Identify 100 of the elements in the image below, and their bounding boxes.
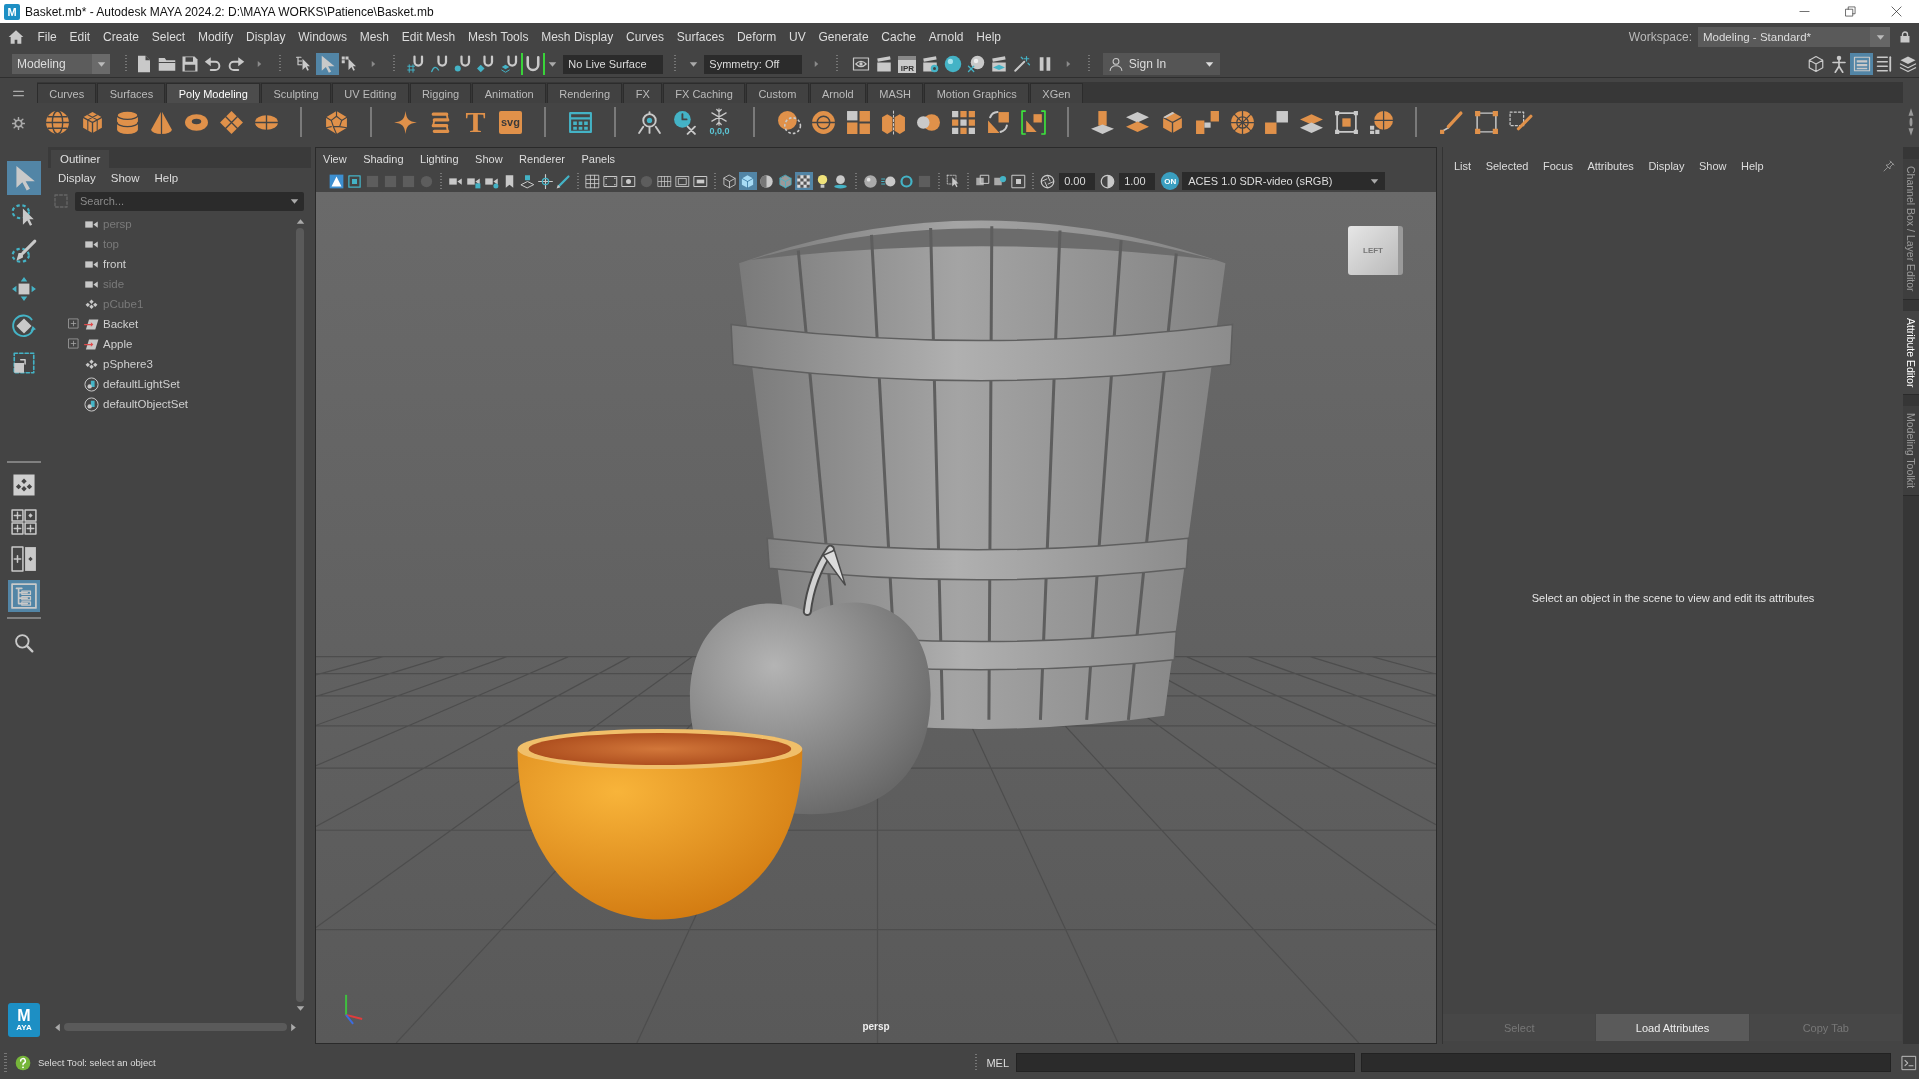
caret-icon[interactable] [290,196,299,206]
clapper-ring-icon[interactable] [921,55,940,73]
shelf-tab[interactable]: Curves [37,83,97,103]
command-language-button[interactable]: MEL [986,1056,1009,1069]
frame-square-icon[interactable] [346,173,362,189]
workspace-dropdown[interactable]: Modeling - Standard* [1698,27,1890,47]
clapper-diamond-icon[interactable] [990,55,1009,73]
collapse-arrow-icon[interactable] [1064,59,1072,69]
menu-item[interactable]: Help [1741,160,1764,172]
snap-button[interactable] [521,53,545,75]
outliner-item[interactable]: defaultObjectSet [103,398,189,410]
citrus-half-model[interactable] [517,728,803,920]
menu-item[interactable]: File [31,30,64,44]
extrude-block-icon[interactable] [1090,109,1116,135]
outliner-item[interactable]: pSphere3 [103,358,153,370]
outliner-tab[interactable]: Outliner [51,150,110,168]
menu-item[interactable]: Display [58,172,96,184]
menu-item[interactable]: View [323,153,347,165]
expand-toggle-icon[interactable] [68,318,79,329]
table-icon[interactable] [567,109,593,135]
expand-toggle-icon[interactable] [68,338,79,349]
sign-in-dropdown[interactable]: Sign In [1102,53,1220,75]
tripod-icon[interactable] [637,109,663,135]
restore-icon[interactable] [1844,6,1856,17]
stacked-planes-icon[interactable] [1125,109,1151,135]
side-tab[interactable]: Attribute Editor [1903,310,1919,395]
shelf-tab[interactable]: UV Editing [332,83,409,103]
film-frame-icon[interactable] [602,173,618,189]
menu-item[interactable]: Create [96,30,146,44]
menu-item[interactable]: Cache [874,30,923,44]
settings-icon[interactable] [12,117,25,130]
shading-toggle-button[interactable] [794,172,813,190]
menu-item[interactable]: UV [782,30,813,44]
outliner-item[interactable]: Backet [103,318,139,330]
wheel-icon[interactable] [1229,109,1255,135]
select-mode-button[interactable] [315,53,339,75]
shelf-tab[interactable]: Custom [746,83,809,103]
menu-item[interactable]: Help [969,30,1008,44]
caret-icon[interactable] [688,59,698,69]
outliner-item[interactable]: front [103,258,126,270]
shading-toggle-button[interactable] [720,172,739,190]
scroll-left-icon[interactable] [54,1022,61,1032]
image-plane-icon[interactable] [519,173,535,189]
shelf-tab[interactable]: Arnold [809,83,866,103]
crosshair-icon[interactable] [537,173,553,189]
menu-item[interactable]: Windows [291,30,354,44]
clock-cross-icon[interactable] [672,109,698,135]
undo-icon[interactable] [204,55,222,73]
collapse-arrow-icon[interactable] [255,59,263,69]
script-editor-icon[interactable] [1901,1054,1917,1071]
box-handles-icon[interactable] [1473,109,1499,135]
sphere-icon[interactable] [44,109,70,135]
shading-toggle-button[interactable] [738,172,757,190]
collapse-arrow-icon[interactable] [812,59,820,69]
help-icon[interactable] [15,1054,31,1071]
shelf-tab[interactable]: FX [623,83,662,103]
menu-item[interactable]: List [1454,160,1472,172]
save-icon[interactable] [181,55,199,73]
shelf-tab[interactable]: FX Caching [663,83,746,103]
menu-item[interactable]: Mesh [353,30,396,44]
menu-item[interactable]: Display [239,30,292,44]
menu-item[interactable]: Surfaces [670,30,731,44]
menu-item[interactable]: Edit [63,30,97,44]
half-circle-icon[interactable] [1099,173,1115,189]
cone-icon[interactable] [149,109,175,135]
live-surface-field[interactable]: No Live Surface [563,54,664,74]
shading-toggle-button[interactable] [831,172,850,190]
triangle-arrows-icon[interactable] [985,109,1011,135]
square-grid-icon[interactable] [950,109,976,135]
scroll-up-icon[interactable] [295,218,305,225]
menu-item[interactable]: Lighting [420,153,459,165]
frame-bar-icon[interactable] [692,173,708,189]
menu-item[interactable]: Attributes [1587,160,1634,172]
sphere-icon[interactable] [862,173,878,189]
gamma-field[interactable]: 1.00 [1119,172,1156,190]
triangle-brackets-icon[interactable] [1020,109,1046,135]
split-cubes-icon[interactable] [881,109,907,135]
menu-item[interactable]: Modify [191,30,240,44]
scroll-right-icon[interactable] [290,1022,297,1032]
clapper-icon[interactable] [875,55,894,73]
square-handles-icon[interactable] [1334,109,1360,135]
scroll-down-icon[interactable] [295,1005,305,1012]
menu-item[interactable]: Show [475,153,503,165]
triangle-tile-icon[interactable] [328,173,344,189]
dashed-cursor-icon[interactable] [945,173,961,189]
menu-item[interactable]: Show [1698,160,1727,172]
menu-item[interactable]: Mesh Tools [461,30,535,44]
search-field[interactable]: Search... [75,191,304,211]
framed-square-icon[interactable] [1010,173,1026,189]
menu-item[interactable]: Generate [812,30,875,44]
close-icon[interactable] [1890,6,1902,17]
side-tab[interactable]: Channel Box / Layer Editor [1903,159,1919,300]
svg-tool-button[interactable]: svg [498,110,522,134]
menu-item[interactable]: Show [110,172,140,184]
sphere-squares-icon[interactable] [1369,109,1394,135]
shelf-tab[interactable]: Sculpting [261,83,331,103]
shelf-tab[interactable]: MASH [867,83,924,103]
wand-icon[interactable] [1013,55,1032,73]
shelf-tab[interactable]: Surfaces [97,83,166,103]
command-input-field[interactable] [1016,1053,1355,1072]
